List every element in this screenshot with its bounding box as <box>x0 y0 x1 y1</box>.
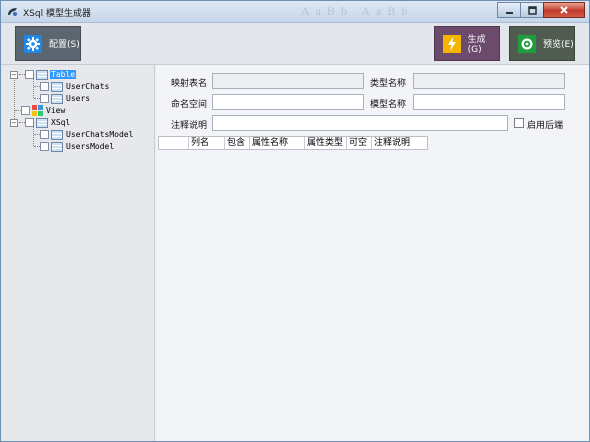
comment-label: 注释说明 <box>171 121 208 131</box>
collapse-icon[interactable]: − <box>10 118 18 127</box>
minimize-button[interactable] <box>497 2 521 18</box>
table-icon <box>51 93 63 104</box>
grid-header-property-type[interactable]: 属性类型 <box>305 137 347 149</box>
tree-node-usersmodel[interactable]: UsersModel <box>34 141 115 152</box>
tree-node-view[interactable]: View <box>15 105 66 116</box>
gear-icon <box>23 34 43 54</box>
preview-button-label: 预览(E) <box>543 40 574 50</box>
close-icon <box>560 6 568 14</box>
tree-node-xsql[interactable]: − XSql <box>10 117 71 128</box>
table-icon <box>36 69 48 80</box>
table-icon <box>51 141 63 152</box>
tree-node-users[interactable]: Users <box>34 93 91 104</box>
tree-checkbox[interactable] <box>25 70 34 79</box>
object-tree: − Table UserChats Users View − XSql User… <box>1 65 155 441</box>
tree-node-userchatsmodel[interactable]: UserChatsModel <box>34 129 134 140</box>
title-bar[interactable]: XSql 模型生成器 AaBb AaBb <box>1 1 589 23</box>
config-button-label: 配置(S) <box>49 40 80 50</box>
toolbar: 配置(S) 生成(G) 预览(E) <box>1 23 589 65</box>
grid-header-property-name[interactable]: 属性名称 <box>250 137 305 149</box>
lightning-icon <box>442 34 462 54</box>
model-name-field[interactable] <box>413 94 565 110</box>
tree-node-label: UserChatsModel <box>66 130 134 139</box>
window-title: XSql 模型生成器 <box>23 9 91 19</box>
grid-header-row-selector[interactable] <box>159 137 189 149</box>
preview-icon <box>517 34 537 54</box>
table-icon <box>51 81 63 92</box>
maximize-button[interactable] <box>520 2 544 18</box>
tree-node-label: UserChats <box>66 82 110 91</box>
type-name-label: 类型名称 <box>370 79 407 89</box>
tree-node-label: UsersModel <box>66 142 115 151</box>
tree-node-table[interactable]: − Table <box>10 69 77 80</box>
tree-node-label: Users <box>66 94 91 103</box>
grid-header-nullable[interactable]: 可空 <box>347 137 372 149</box>
grid-header-comment[interactable]: 注释说明 <box>372 137 427 149</box>
tree-checkbox[interactable] <box>40 142 49 151</box>
tree-node-label: XSql <box>51 118 71 127</box>
tree-node-userchats[interactable]: UserChats <box>34 81 110 92</box>
columns-grid-header: 列名 包含 属性名称 属性类型 可空 注释说明 <box>158 136 428 150</box>
view-icon <box>32 105 43 116</box>
namespace-field[interactable] <box>212 94 364 110</box>
tree-checkbox[interactable] <box>25 118 34 127</box>
mapping-table-field[interactable] <box>212 73 364 89</box>
collapse-icon[interactable]: − <box>10 70 18 79</box>
generate-button-label: 生成(G) <box>467 35 486 55</box>
enable-backend-label: 启用后端 <box>527 121 564 131</box>
grid-header-include[interactable]: 包含 <box>225 137 250 149</box>
preview-button[interactable]: 预览(E) <box>509 26 575 61</box>
title-decoration: AaBb AaBb <box>301 4 414 18</box>
minimize-icon <box>505 11 513 14</box>
table-icon <box>51 129 63 140</box>
generate-button[interactable]: 生成(G) <box>434 26 500 61</box>
comment-field[interactable] <box>212 115 508 131</box>
close-button[interactable] <box>543 2 585 18</box>
app-icon <box>8 8 17 16</box>
model-name-label: 模型名称 <box>370 100 407 110</box>
grid-header-column-name[interactable]: 列名 <box>189 137 225 149</box>
config-button[interactable]: 配置(S) <box>15 26 81 61</box>
namespace-label: 命名空间 <box>171 100 208 110</box>
tree-node-label: View <box>46 106 66 115</box>
tree-checkbox[interactable] <box>40 94 49 103</box>
maximize-icon <box>527 5 537 15</box>
enable-backend-checkbox[interactable] <box>514 118 524 128</box>
type-name-field[interactable] <box>413 73 565 89</box>
mapping-table-label: 映射表名 <box>171 79 208 89</box>
window-controls <box>497 2 585 18</box>
tree-checkbox[interactable] <box>40 82 49 91</box>
tree-node-label: Table <box>50 70 77 79</box>
properties-panel: 映射表名 类型名称 命名空间 模型名称 注释说明 启用后端 列名 包含 属性名称… <box>156 65 589 441</box>
tree-checkbox[interactable] <box>40 130 49 139</box>
tree-checkbox[interactable] <box>21 106 30 115</box>
main-window: XSql 模型生成器 AaBb AaBb 配置(S) 生成(G) 预览(E) −… <box>0 0 590 442</box>
table-icon <box>36 117 48 128</box>
